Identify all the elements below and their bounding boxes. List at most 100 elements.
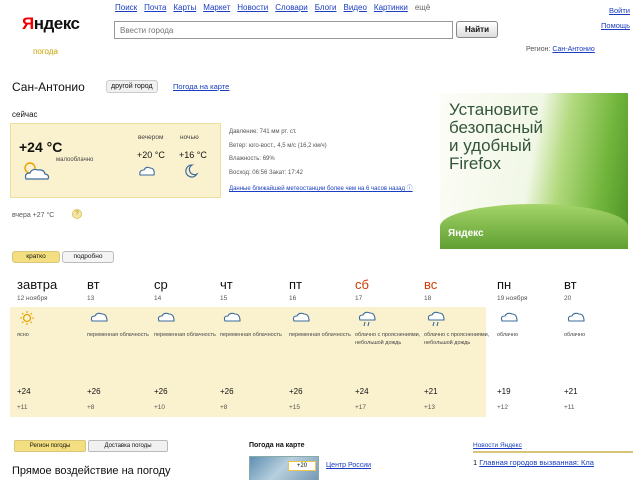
services-nav: Поиск Почта Карты Маркет Новости Словари Блоги… (115, 3, 430, 12)
login-link[interactable]: Войти (601, 3, 630, 18)
ad-line: Установите (449, 100, 539, 119)
tab-weather-delivery[interactable]: Доставка погоды (88, 440, 168, 452)
day-high-temp: +21 (424, 387, 438, 396)
night-label: ночью (180, 134, 199, 141)
nav-link[interactable]: Словари (275, 3, 308, 12)
tab-region-weather[interactable]: Регион погоды (14, 440, 86, 452)
day-name: вт (564, 277, 577, 292)
search-button[interactable]: Найти (456, 21, 498, 38)
cloud-moon-icon (138, 163, 156, 179)
station-info-link[interactable]: Данные ближайшей метеостанции более чем … (229, 183, 413, 192)
logo-rest: ндекс (33, 14, 80, 33)
ad-brand: Яндекс (448, 228, 484, 239)
forecast-day: пн 19 ноября облачно +19 +12 (497, 277, 565, 411)
rain-icon (357, 310, 377, 330)
section-title: Прямое воздействие на погоду (12, 465, 171, 477)
forecast-day: вс 18 облачно с прояснениями, небольшой до… (424, 277, 492, 411)
day-condition: облачно (497, 332, 519, 338)
news-divider (473, 451, 633, 453)
nav-link[interactable]: Почта (144, 3, 166, 12)
forecast-day: завтра 12 ноября ясно +24 +11 (17, 277, 85, 411)
day-low-temp: +12 (497, 404, 509, 411)
day-date: 12 ноября (17, 295, 48, 302)
news-link[interactable]: Главная городов вызванная: Кла (479, 458, 594, 467)
day-date: 19 ноября (497, 295, 528, 302)
tab-detail[interactable]: подробно (62, 251, 114, 263)
ad-line: Firefox (449, 154, 501, 173)
sun-icon (19, 310, 35, 328)
day-name: вс (424, 277, 438, 292)
day-name: завтра (17, 277, 58, 292)
news-heading-link[interactable]: Новости Яндекс (473, 442, 522, 449)
ad-text: Установите безопасный и удобный Firefox (449, 101, 543, 173)
nav-link[interactable]: Карты (173, 3, 196, 12)
day-date: 16 (289, 295, 297, 302)
forecast-day: чт 15 переменная облачность +26 +8 (220, 277, 288, 411)
news-item[interactable]: 1 Главная городов вызванная: Кла (473, 458, 594, 467)
info-icon[interactable]: ? (72, 209, 82, 219)
day-high-temp: +26 (87, 387, 101, 396)
nav-link[interactable]: ещё (415, 3, 430, 12)
day-low-temp: +13 (424, 404, 436, 411)
day-low-temp: +11 (564, 404, 575, 411)
search-input[interactable] (114, 21, 453, 39)
nav-link[interactable]: Картинки (374, 3, 408, 12)
region-link[interactable]: Сан-Антонио (552, 46, 594, 53)
day-low-temp: +8 (220, 404, 228, 411)
region-info: Регион: Сан-Антонио (526, 46, 595, 53)
tab-short[interactable]: кратко (12, 251, 60, 263)
nav-link[interactable]: Маркет (203, 3, 230, 12)
cloud-icon (89, 310, 109, 325)
help-link[interactable]: Помощь (601, 18, 630, 33)
day-condition: переменная облачность (154, 332, 216, 338)
nav-link[interactable]: Новости (237, 3, 268, 12)
evening-label: вечером (138, 134, 164, 141)
day-low-temp: +15 (289, 404, 301, 411)
center-russia-link[interactable]: Центр России (326, 462, 371, 469)
day-date: 14 (154, 295, 162, 302)
logo-subtitle: погода (33, 47, 58, 56)
nav-link[interactable]: Видео (344, 3, 367, 12)
day-high-temp: +24 (17, 387, 31, 396)
other-city-button[interactable]: другой город (106, 80, 158, 93)
forecast-day: ср 14 переменная облачность +26 +10 (154, 277, 222, 411)
day-name: чт (220, 277, 233, 292)
evening-temp: +20 °C (137, 150, 165, 160)
humidity-text: Влажность: 69% (229, 156, 275, 163)
forecast-day: сб 17 облачно с прояснениями, небольшой до… (355, 277, 423, 411)
day-condition: облачно с прояснениями, небольшой дождь (355, 332, 421, 346)
nav-link[interactable]: Поиск (115, 3, 137, 12)
forecast-panel (10, 307, 486, 417)
day-name: сб (355, 277, 369, 292)
forecast-day: вт 20 облачно +21 +11 (564, 277, 632, 411)
region-label: Регион: (526, 46, 551, 53)
day-low-temp: +8 (87, 404, 95, 411)
day-low-temp: +11 (17, 404, 28, 411)
ad-line: безопасный (449, 118, 543, 137)
weather-map-link[interactable]: Погода на карте (173, 82, 229, 91)
ad-line: и удобный (449, 136, 532, 155)
day-high-temp: +19 (497, 387, 511, 396)
sunrise-text: Восход: 06:56 Закат: 17:42 (229, 169, 304, 176)
day-low-temp: +10 (154, 404, 166, 411)
cloud-icon (499, 310, 519, 325)
day-condition: ясно (17, 332, 29, 338)
cloud-icon (291, 310, 311, 325)
yandex-logo[interactable]: Яндекс (22, 14, 80, 34)
ad-hill-graphic (440, 204, 628, 249)
moon-icon (183, 163, 199, 181)
nav-link[interactable]: Блоги (315, 3, 337, 12)
logo-first-letter: Я (22, 14, 34, 33)
cloud-icon (222, 310, 242, 325)
day-high-temp: +21 (564, 387, 578, 396)
now-label: сейчас (12, 110, 38, 119)
day-date: 13 (87, 295, 95, 302)
city-name: Сан-Антонио (12, 80, 85, 94)
firefox-ad-banner[interactable]: Установите безопасный и удобный Firefox … (440, 93, 628, 249)
day-date: 15 (220, 295, 228, 302)
day-condition: облачно (564, 332, 586, 338)
night-temp: +16 °C (179, 150, 207, 160)
rain-icon (426, 310, 446, 330)
day-name: вт (87, 277, 100, 292)
current-temp: +24 °C (19, 139, 63, 155)
